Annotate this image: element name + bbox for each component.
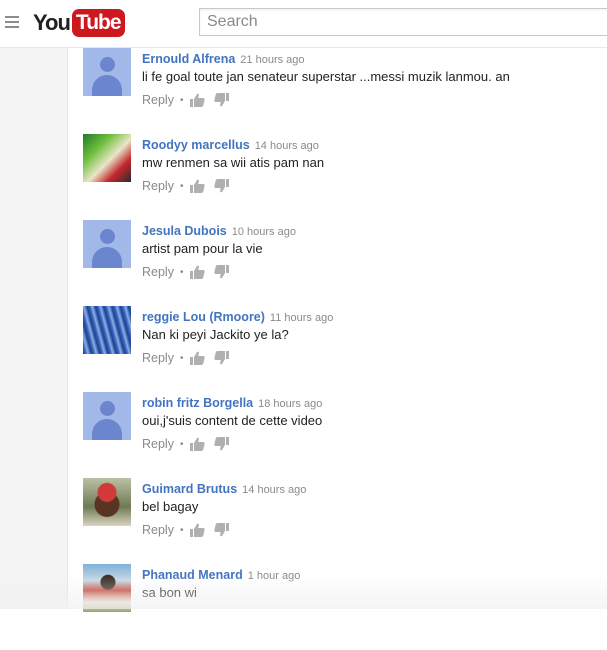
comment-timestamp[interactable]: 18 hours ago xyxy=(258,398,322,410)
separator-dot: • xyxy=(179,438,184,450)
comment-timestamp[interactable]: 10 hours ago xyxy=(232,226,296,238)
separator-dot: • xyxy=(179,266,184,278)
thumbs-down-icon[interactable] xyxy=(214,93,230,107)
photo-avatar[interactable] xyxy=(83,478,131,526)
separator-dot: • xyxy=(179,352,184,364)
comment-header: robin fritz Borgella 18 hours ago xyxy=(142,394,322,412)
thumbs-down-icon[interactable] xyxy=(214,179,230,193)
comment-author[interactable]: robin fritz Borgella xyxy=(142,396,253,410)
comment-text: mw renmen sa wii atis pam nan xyxy=(142,155,325,170)
comment-timestamp[interactable]: 14 hours ago xyxy=(255,140,319,152)
reply-button[interactable]: Reply xyxy=(142,93,174,107)
logo-tube-text: Tube xyxy=(71,9,125,37)
comment-timestamp[interactable]: 21 hours ago xyxy=(240,54,304,66)
comment-actions: Reply • xyxy=(142,437,238,451)
comment-author[interactable]: Roodyy marcellus xyxy=(142,138,250,152)
comment-item: Roodyy marcellus 14 hours ago mw renmen s… xyxy=(83,134,603,220)
comment-author[interactable]: Ernould Alfrena xyxy=(142,52,235,66)
thumbs-down-icon[interactable] xyxy=(214,265,230,279)
comment-actions: Reply • xyxy=(142,523,238,537)
thumbs-up-icon[interactable] xyxy=(190,437,206,451)
photo-avatar[interactable] xyxy=(83,306,131,354)
thumbs-up-icon[interactable] xyxy=(190,523,206,537)
comment-text: artist pam pour la vie xyxy=(142,241,263,256)
thumbs-down-icon[interactable] xyxy=(214,351,230,365)
separator-dot: • xyxy=(179,180,184,192)
comment-actions: Reply • xyxy=(142,93,238,107)
comment-header: Jesula Dubois 10 hours ago xyxy=(142,222,296,240)
youtube-logo[interactable]: You Tube xyxy=(33,8,125,38)
comment-actions: Reply • xyxy=(142,179,238,193)
comments-list: Ernould Alfrena 21 hours ago li fe goal t… xyxy=(68,48,607,612)
comment-item: reggie Lou (Rmoore) 11 hours ago Nan ki p… xyxy=(83,306,603,392)
comment-timestamp[interactable]: 1 hour ago xyxy=(248,570,301,582)
comment-text: sa bon wi xyxy=(142,585,197,600)
comment-text: bel bagay xyxy=(142,499,199,514)
comment-text: Nan ki peyi Jackito ye la? xyxy=(142,327,289,342)
comment-text: li fe goal toute jan senateur superstar … xyxy=(142,69,510,84)
thumbs-up-icon[interactable] xyxy=(190,351,206,365)
photo-avatar[interactable] xyxy=(83,134,131,182)
comment-actions: Reply • xyxy=(142,351,238,365)
photo-avatar[interactable] xyxy=(83,564,131,612)
comment-header: reggie Lou (Rmoore) 11 hours ago xyxy=(142,308,333,326)
thumbs-up-icon[interactable] xyxy=(190,265,206,279)
search-input[interactable] xyxy=(200,9,607,35)
logo-you-text: You xyxy=(33,10,71,35)
comment-item: Jesula Dubois 10 hours ago artist pam pou… xyxy=(83,220,603,306)
reply-button[interactable]: Reply xyxy=(142,437,174,451)
thumbs-down-icon[interactable] xyxy=(214,523,230,537)
masthead: You Tube xyxy=(0,0,607,48)
left-gutter xyxy=(0,48,68,609)
comment-header: Guimard Brutus 14 hours ago xyxy=(142,480,306,498)
thumbs-up-icon[interactable] xyxy=(190,93,206,107)
comment-item: Guimard Brutus 14 hours ago bel bagay Rep… xyxy=(83,478,603,564)
comment-author[interactable]: Phanaud Menard xyxy=(142,568,243,582)
comment-item: Phanaud Menard 1 hour ago sa bon wi xyxy=(83,564,603,650)
comment-item: Ernould Alfrena 21 hours ago li fe goal t… xyxy=(83,48,603,134)
thumbs-up-icon[interactable] xyxy=(190,179,206,193)
search-box xyxy=(199,8,607,36)
comment-timestamp[interactable]: 14 hours ago xyxy=(242,484,306,496)
default-avatar[interactable] xyxy=(83,220,131,268)
comment-text: oui,j'suis content de cette video xyxy=(142,413,323,428)
reply-button[interactable]: Reply xyxy=(142,351,174,365)
comment-timestamp[interactable]: 11 hours ago xyxy=(270,312,333,324)
comment-item: robin fritz Borgella 18 hours ago oui,j's… xyxy=(83,392,603,478)
reply-button[interactable]: Reply xyxy=(142,179,174,193)
separator-dot: • xyxy=(179,94,184,106)
comment-author[interactable]: Guimard Brutus xyxy=(142,482,237,496)
comment-author[interactable]: Jesula Dubois xyxy=(142,224,227,238)
comment-author[interactable]: reggie Lou (Rmoore) xyxy=(142,310,265,324)
reply-button[interactable]: Reply xyxy=(142,523,174,537)
hamburger-menu-icon[interactable] xyxy=(5,16,19,28)
default-avatar[interactable] xyxy=(83,392,131,440)
thumbs-down-icon[interactable] xyxy=(214,437,230,451)
separator-dot: • xyxy=(179,524,184,536)
comment-actions: Reply • xyxy=(142,265,238,279)
comment-header: Phanaud Menard 1 hour ago xyxy=(142,566,300,584)
reply-button[interactable]: Reply xyxy=(142,265,174,279)
comment-header: Ernould Alfrena 21 hours ago xyxy=(142,50,305,68)
default-avatar[interactable] xyxy=(83,48,131,96)
comment-header: Roodyy marcellus 14 hours ago xyxy=(142,136,319,154)
